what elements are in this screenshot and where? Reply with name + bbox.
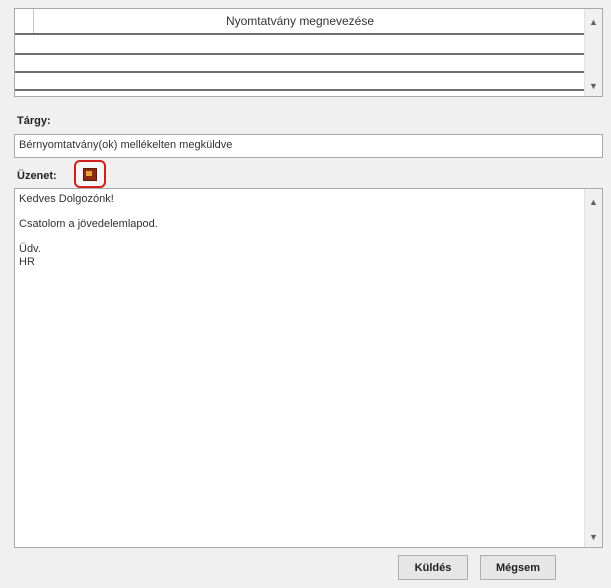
chevron-up-icon[interactable]: ▲ (585, 193, 602, 210)
cancel-button[interactable]: Mégsem (480, 555, 556, 580)
subject-label: Tárgy: (17, 115, 51, 127)
chevron-up-icon[interactable]: ▲ (585, 13, 602, 30)
attachment-icon (83, 167, 97, 181)
column-header-label: Nyomtatvány megnevezése (225, 14, 375, 28)
message-line: Kedves Dolgozónk! (19, 193, 114, 205)
subject-field[interactable]: Bérnyomtatvány(ok) mellékelten megküldve (14, 134, 603, 158)
message-line: Csatolom a jövedelemlapod. (19, 218, 158, 230)
grid-row-line (15, 53, 585, 55)
message-text: Kedves Dolgozónk! Csatolom a jövedelemla… (19, 193, 582, 268)
message-line (19, 231, 582, 244)
message-label: Üzenet: (17, 170, 57, 182)
column-divider (33, 9, 34, 33)
message-line: Üdv. (19, 243, 41, 255)
chevron-down-icon[interactable]: ▼ (585, 528, 602, 545)
form-list-column-header[interactable]: Nyomtatvány megnevezése (15, 9, 585, 35)
form-list-scrollbar[interactable]: ▲ ▼ (584, 9, 602, 96)
message-line: HR (19, 255, 35, 268)
message-line (19, 206, 582, 219)
form-list-grid[interactable]: Nyomtatvány megnevezése ▲ ▼ (14, 8, 603, 97)
message-scrollbar[interactable]: ▲ ▼ (584, 189, 602, 547)
send-button[interactable]: Küldés (398, 555, 468, 580)
chevron-down-icon[interactable]: ▼ (585, 77, 602, 94)
grid-row-line (15, 71, 585, 73)
message-body-field[interactable]: Kedves Dolgozónk! Csatolom a jövedelemla… (14, 188, 603, 548)
insert-attachment-button[interactable] (74, 160, 106, 188)
grid-row-line (15, 89, 585, 91)
